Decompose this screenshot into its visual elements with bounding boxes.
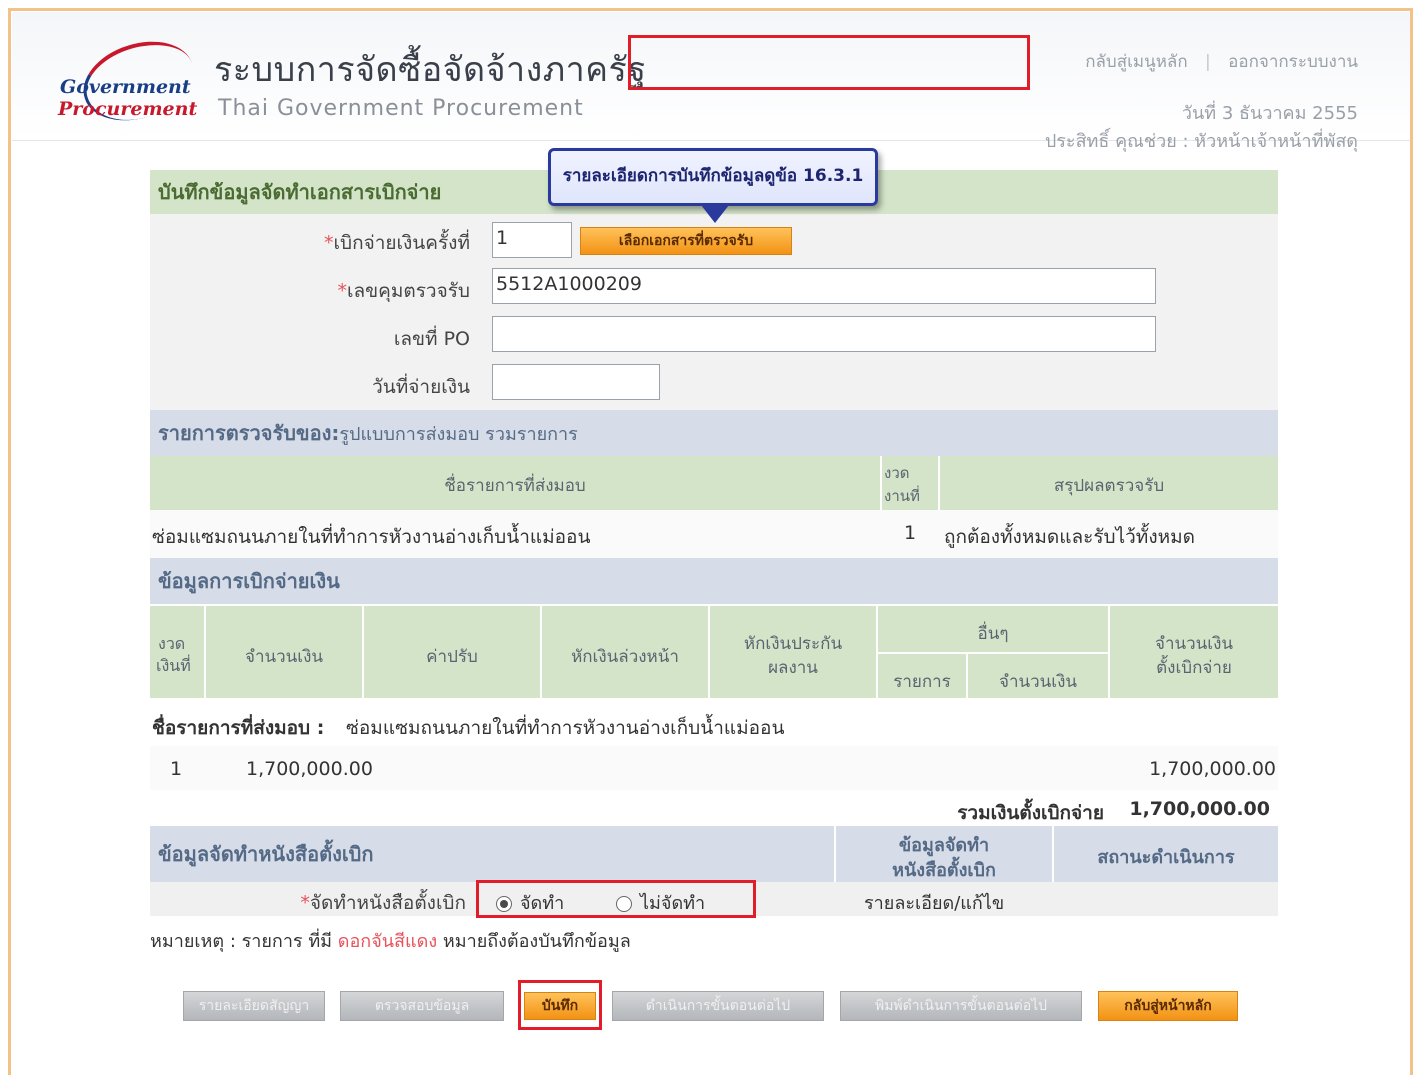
- note-red-text: ดอกจันสีแดง: [337, 931, 438, 952]
- letter-field-label: *จัดทำหนังสือตั้งเบิก: [300, 892, 466, 914]
- col-installment-line1: งวด: [884, 464, 910, 482]
- system-title-en: Thai Government Procurement: [218, 96, 584, 121]
- logo-text-line2: Procurement: [58, 98, 198, 120]
- payment-total: 1,700,000.00: [1149, 758, 1276, 780]
- note-prefix: หมายเหตุ : รายการ ที่มี: [150, 931, 333, 952]
- contract-detail-button[interactable]: รายละเอียดสัญญา: [183, 991, 325, 1021]
- col-advance: หักเงินล่วงหน้า: [571, 647, 679, 667]
- print-next-step-button[interactable]: พิมพ์ดำเนินการขั้นตอนต่อไป: [840, 991, 1082, 1021]
- payment-date-input[interactable]: [492, 364, 660, 400]
- row-divider: [876, 652, 1108, 654]
- highlight-box-save: [518, 980, 602, 1030]
- note-suffix: หมายถึงต้องบันทึกข้อมูล: [442, 931, 631, 952]
- link-separator: |: [1205, 52, 1211, 72]
- col-total-line1: จำนวนเงิน: [1154, 634, 1234, 654]
- col-other-item: รายการ: [893, 672, 951, 692]
- po-number-input[interactable]: [492, 316, 1156, 352]
- top-links: กลับสู่เมนูหลัก | ออกจากระบบงาน: [1085, 48, 1358, 75]
- inspection-item-name: ซ่อมแซมถนนภายในที่ทำการหัวงานอ่างเก็บน้ำ…: [152, 526, 591, 548]
- payment-date-label: วันที่จ่ายเงิน: [372, 376, 470, 398]
- note-line: หมายเหตุ : รายการ ที่มี ดอกจันสีแดง หมาย…: [150, 926, 631, 955]
- system-title-th: ระบบการจัดซื้อจัดจ้างภาครัฐ: [214, 50, 647, 90]
- main-menu-link[interactable]: กลับสู่เมนูหลัก: [1085, 52, 1187, 72]
- col-guarantee-line1: หักเงินประกัน: [743, 634, 843, 654]
- inspection-installment: 1: [904, 522, 917, 544]
- col-amount: จำนวนเงิน: [244, 647, 324, 667]
- highlight-box-header: [628, 35, 1030, 90]
- current-date: วันที่ 3 ธันวาคม 2555: [1181, 103, 1358, 124]
- highlight-box-radio: [476, 880, 756, 918]
- detail-edit-link[interactable]: รายละเอียด/แก้ไข: [864, 888, 1004, 917]
- col-pay-installment-line2: เงินที่: [156, 656, 191, 675]
- required-asterisk: *: [337, 280, 348, 302]
- back-home-button[interactable]: กลับสู่หน้าหลัก: [1098, 991, 1238, 1021]
- col-installment-line2: งานที่: [884, 487, 920, 505]
- inspection-section-subtitle: รูปแบบการส่งมอบ รวมรายการ: [339, 424, 578, 445]
- check-data-button[interactable]: ตรวจสอบข้อมูล: [340, 991, 504, 1021]
- inspection-section-title: รายการตรวจรับของ:: [158, 421, 340, 445]
- col-other-amount: จำนวนเงิน: [998, 672, 1078, 692]
- col-item-name: ชื่อรายการที่ส่งมอบ: [444, 476, 586, 496]
- inspection-number-input[interactable]: 5512A1000209: [492, 268, 1156, 304]
- sum-label: รวมเงินตั้งเบิกจ่าย: [957, 802, 1104, 824]
- form-section-title: บันทึกข้อมูลจัดทำเอกสารเบิกจ่าย: [158, 180, 442, 204]
- logo-text-line1: Government: [60, 76, 191, 98]
- column-divider: [880, 456, 882, 510]
- payment-installment: 1: [170, 758, 183, 780]
- col-letter-info-line2: หนังสือตั้งเบิก: [892, 860, 996, 881]
- payment-item-name: ซ่อมแซมถนนภายในที่ทำการหัวงานอ่างเก็บน้ำ…: [346, 717, 785, 739]
- col-status: สถานะดำเนินการ: [1097, 847, 1235, 868]
- po-number-label: เลขที่ PO: [393, 328, 470, 350]
- gprocurement-logo: Government Procurement: [42, 28, 204, 134]
- payment-section-header: ข้อมูลการเบิกจ่ายเงิน: [150, 558, 1278, 604]
- inspection-number-label: *เลขคุมตรวจรับ: [337, 280, 470, 302]
- required-asterisk: *: [324, 232, 334, 254]
- logout-link[interactable]: ออกจากระบบงาน: [1228, 52, 1358, 72]
- instruction-callout: รายละเอียดการบันทึกข้อมูลดูข้อ 16.3.1: [548, 148, 878, 223]
- select-document-button[interactable]: เลือกเอกสารที่ตรวจรับ: [580, 227, 792, 255]
- letter-section-title: ข้อมูลจัดทำหนังสือตั้งเบิก: [158, 842, 374, 866]
- col-guarantee-line2: ผลงาน: [768, 658, 818, 678]
- col-total-line2: ตั้งเบิกจ่าย: [1156, 658, 1232, 678]
- payment-section-title: ข้อมูลการเบิกจ่ายเงิน: [158, 569, 340, 593]
- installment-input[interactable]: 1: [492, 222, 572, 258]
- col-fine: ค่าปรับ: [426, 647, 478, 667]
- payment-amount: 1,700,000.00: [246, 758, 373, 780]
- next-step-button[interactable]: ดำเนินการขั้นตอนต่อไป: [612, 991, 824, 1021]
- user-info: ประสิทธิ์ คุณช่วย : หัวหน้าเจ้าหน้าที่พั…: [1044, 131, 1358, 152]
- col-other: อื่นๆ: [977, 624, 1009, 644]
- installment-label: *เบิกจ่ายเงินครั้งที่: [324, 232, 470, 254]
- col-result: สรุปผลตรวจรับ: [1053, 476, 1165, 496]
- payment-item-label: ชื่อรายการที่ส่งมอบ :: [152, 717, 325, 739]
- header: Government Procurement ระบบการจัดซื้อจัด…: [12, 12, 1410, 152]
- inspection-section-header: รายการตรวจรับของ:รูปแบบการส่งมอบ รวมรายก…: [150, 410, 1278, 456]
- sum-value: 1,700,000.00: [1129, 798, 1270, 820]
- inspection-result: ถูกต้องทั้งหมดและรับไว้ทั้งหมด: [944, 526, 1195, 548]
- required-asterisk: *: [300, 892, 310, 914]
